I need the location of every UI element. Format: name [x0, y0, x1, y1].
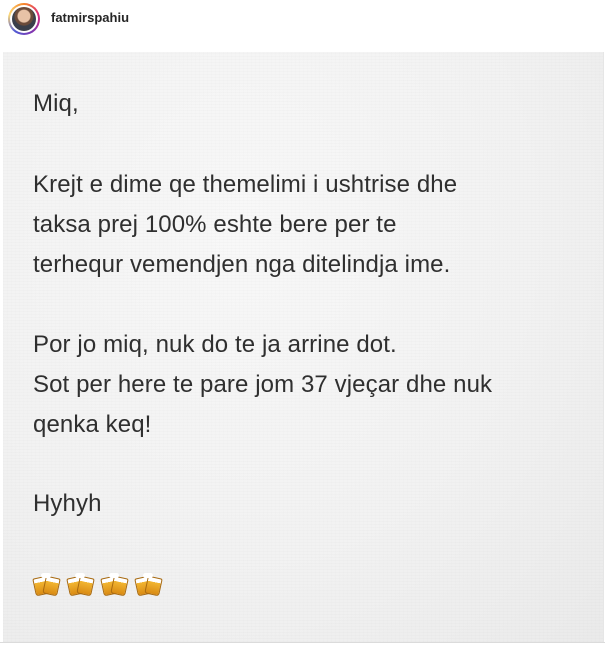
post-text-line: Sot per here te pare jom 37 vjeçar dhe n…	[33, 371, 493, 398]
beer-mugs-icon	[66, 571, 95, 597]
post-text-line: Hyhyh	[33, 490, 102, 517]
post-text-line: Miq,	[33, 90, 79, 117]
beer-emoji-row	[32, 571, 163, 597]
username-link[interactable]: fatmirspahiu	[51, 10, 129, 25]
divider	[0, 642, 605, 643]
profile-avatar[interactable]	[8, 3, 40, 35]
beer-mugs-icon	[134, 571, 163, 597]
post-text-line: Por jo miq, nuk do te ja arrine dot.	[33, 331, 397, 358]
profile-avatar-icon	[12, 7, 36, 31]
post-text-line: qenka keq!	[33, 411, 152, 438]
post-text-line: terhequr vemendjen nga ditelindja ime.	[33, 251, 451, 278]
beer-mugs-icon	[100, 571, 129, 597]
post-image: Miq, Krejt e dime qe themelimi i ushtris…	[3, 52, 604, 642]
beer-mugs-icon	[32, 571, 61, 597]
post-text-line: Krejt e dime qe themelimi i ushtrise dhe	[33, 171, 458, 198]
post-text-line: taksa prej 100% eshte bere per te	[33, 211, 397, 238]
avatar-frame	[10, 5, 38, 33]
post-header: fatmirspahiu	[0, 0, 605, 50]
